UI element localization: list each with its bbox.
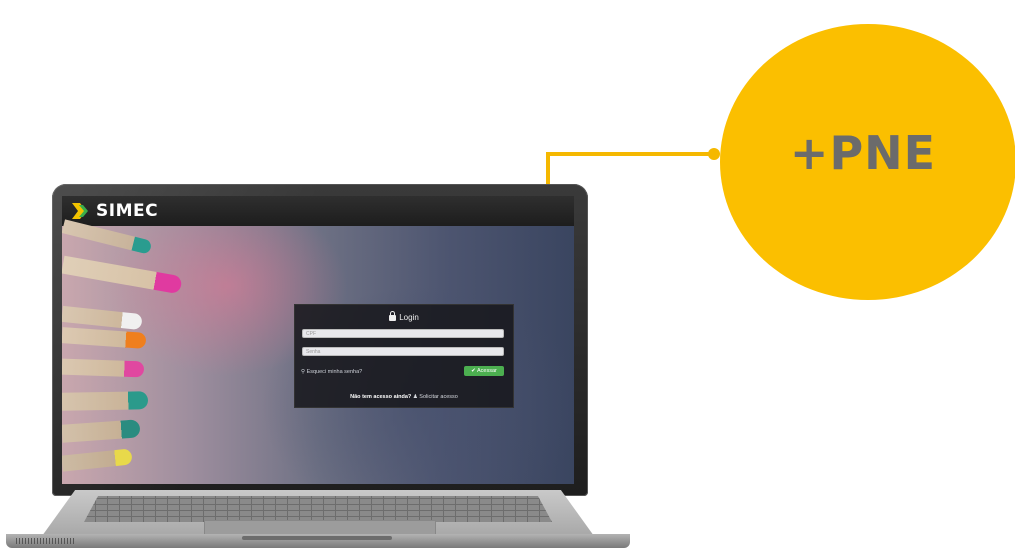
laptop-base	[6, 490, 630, 548]
cpf-placeholder: CPF	[306, 331, 316, 337]
pencil-decoration	[62, 305, 143, 331]
no-access-text: Não tem acesso ainda?	[350, 394, 412, 400]
laptop-screen: SIMEC Login CPF Senha ⚲ Esqueci minha se…	[62, 196, 574, 484]
connector-dot	[708, 148, 720, 160]
pencil-decoration	[62, 419, 141, 443]
no-access-row: Não tem acesso ainda? ♟ Solicitar acesso	[295, 394, 513, 400]
app-header: SIMEC	[62, 196, 574, 226]
pencil-decoration	[62, 358, 145, 378]
login-title-text: Login	[399, 313, 419, 322]
login-title: Login	[295, 311, 513, 322]
password-placeholder: Senha	[306, 349, 321, 355]
pencil-decoration	[62, 448, 133, 472]
background-photo: Login CPF Senha ⚲ Esqueci minha senha? ✔…	[62, 219, 574, 484]
keyboard	[84, 496, 552, 522]
app-logo[interactable]: SIMEC	[96, 201, 158, 221]
request-access-link[interactable]: ♟ Solicitar acesso	[413, 394, 458, 400]
pne-callout-label: +PNE	[789, 126, 937, 180]
cpf-input[interactable]: CPF	[302, 329, 504, 338]
chevron-arrow-icon	[72, 203, 88, 219]
acessar-label: Acessar	[476, 368, 497, 374]
password-input[interactable]: Senha	[302, 347, 504, 356]
pencil-decoration	[62, 391, 149, 411]
pencil-decoration	[62, 255, 183, 295]
connector-line-horizontal	[546, 152, 714, 156]
pne-callout-circle: +PNE	[720, 24, 1015, 300]
forgot-password-link[interactable]: ⚲ Esqueci minha senha?	[301, 369, 362, 375]
login-panel: Login CPF Senha ⚲ Esqueci minha senha? ✔…	[294, 304, 514, 408]
request-access-label: Solicitar acesso	[419, 394, 458, 400]
lock-icon	[389, 311, 397, 321]
pencil-decoration	[62, 327, 147, 349]
forgot-password-label: Esqueci minha senha?	[306, 369, 363, 375]
vents	[16, 538, 76, 544]
acessar-button[interactable]: ✔ Acessar	[464, 366, 504, 376]
